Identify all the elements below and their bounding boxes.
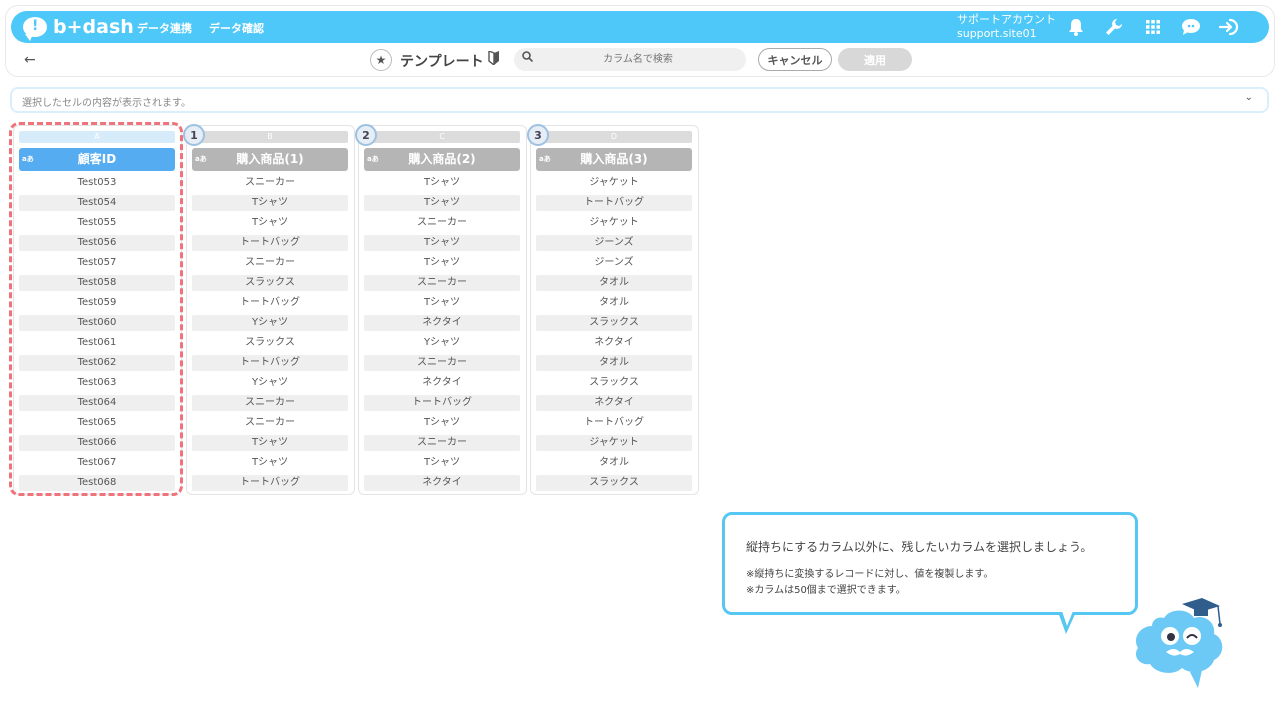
table-cell[interactable]: スニーカー — [364, 435, 520, 451]
table-cell[interactable]: Tシャツ — [364, 235, 520, 251]
tooltip-note-1: ※縦持ちに変換するレコードに対し、値を複製します。 — [746, 569, 994, 580]
table-cell[interactable]: Tシャツ — [364, 455, 520, 471]
selection-order-badge: 3 — [527, 124, 549, 146]
table-cell[interactable]: Yシャツ — [364, 335, 520, 351]
table-cell[interactable]: Tシャツ — [192, 435, 348, 451]
bell-icon[interactable] — [1065, 16, 1087, 38]
table-cell[interactable]: ジャケット — [536, 215, 692, 231]
table-cell[interactable]: ネクタイ — [536, 335, 692, 351]
table-cell[interactable]: ジャケット — [536, 175, 692, 191]
text-type-icon: aあ — [195, 155, 207, 163]
table-cell[interactable]: スラックス — [536, 375, 692, 391]
table-cell[interactable]: トートバッグ — [192, 295, 348, 311]
text-type-icon: aあ — [367, 155, 379, 163]
table-cell[interactable]: Tシャツ — [364, 195, 520, 211]
table-cell[interactable]: トートバッグ — [536, 195, 692, 211]
account-name: サポートアカウント — [957, 13, 1056, 26]
chevron-down-icon[interactable]: ⌄ — [1245, 92, 1253, 103]
column-header-label: 購入商品(2) — [408, 152, 476, 166]
beginner-mark-icon[interactable] — [488, 49, 500, 69]
mascot-icon — [1135, 598, 1223, 688]
table-cell[interactable]: スニーカー — [192, 175, 348, 191]
table-cell[interactable]: ジーンズ — [536, 255, 692, 271]
search-icon — [522, 51, 534, 65]
table-cell[interactable]: スラックス — [192, 275, 348, 291]
table-cell[interactable]: トートバッグ — [192, 475, 348, 491]
table-cell[interactable]: タオル — [536, 455, 692, 471]
logo-text: b+dash — [53, 16, 134, 38]
search-input[interactable] — [538, 48, 738, 71]
column-c[interactable]: Caあ 購入商品(2) 2 Tシャツ Tシャツ スニーカー Tシャツ Tシャツ スニーカー Tシャ… — [355, 124, 527, 495]
cancel-button[interactable]: キャンセル — [758, 48, 832, 71]
column-b[interactable]: Baあ 購入商品(1) 1 スニーカー Tシャツ Tシャツ トートバッグ スニーカー スラックス… — [183, 124, 355, 495]
column-header-label: 購入商品(3) — [580, 152, 648, 166]
column-letter: B — [192, 131, 348, 143]
table-cell[interactable]: ジャケット — [536, 435, 692, 451]
tooltip-note-2: ※カラムは50個まで選択できます。 — [746, 585, 906, 596]
selection-order-badge: 2 — [355, 124, 377, 146]
column-d[interactable]: Daあ 購入商品(3) 3 ジャケット トートバッグ ジャケット ジーンズ ジーンズ タオル タオ… — [527, 124, 699, 495]
page-title: テンプレート — [400, 54, 484, 70]
table-cell[interactable]: Tシャツ — [192, 215, 348, 231]
table-cell[interactable]: Tシャツ — [364, 295, 520, 311]
table-cell[interactable]: スニーカー — [192, 255, 348, 271]
account-info[interactable]: サポートアカウント support.site01 — [957, 13, 1056, 41]
table-cell[interactable]: スニーカー — [192, 395, 348, 411]
wrench-icon[interactable] — [1103, 16, 1125, 38]
table-cell[interactable]: Yシャツ — [192, 315, 348, 331]
guide-tooltip: 縦持ちにするカラム以外に、残したいカラムを選択しましょう。 ※縦持ちに変換するレ… — [722, 512, 1138, 615]
table-cell[interactable]: ジーンズ — [536, 235, 692, 251]
text-type-icon: aあ — [539, 155, 551, 163]
table-cell[interactable]: ネクタイ — [364, 475, 520, 491]
column-letter: C — [364, 131, 520, 143]
selected-column-highlight — [9, 122, 183, 496]
logo-bubble-icon: ! — [23, 17, 47, 41]
table-cell[interactable]: スニーカー — [364, 275, 520, 291]
apply-button[interactable]: 適用 — [838, 48, 912, 71]
table-cell[interactable]: トートバッグ — [192, 235, 348, 251]
table-cell[interactable]: スラックス — [536, 315, 692, 331]
table-cell[interactable]: タオル — [536, 275, 692, 291]
cell-content-bar[interactable]: 選択したセルの内容が表示されます。 ⌄ — [10, 87, 1269, 113]
grid-icon[interactable] — [1142, 16, 1164, 38]
back-arrow-icon[interactable]: ← — [24, 52, 36, 68]
table-cell[interactable]: Tシャツ — [364, 255, 520, 271]
account-id: support.site01 — [957, 27, 1037, 40]
tooltip-main-text: 縦持ちにするカラム以外に、残したいカラムを選択しましょう。 — [746, 540, 1093, 554]
table-cell[interactable]: トートバッグ — [536, 415, 692, 431]
column-header[interactable]: aあ 購入商品(1) — [192, 148, 348, 171]
nav-link-data-check[interactable]: データ確認 — [209, 20, 264, 36]
table-cell[interactable]: スラックス — [192, 335, 348, 351]
selection-order-badge: 1 — [183, 124, 205, 146]
table-cell[interactable]: ネクタイ — [536, 395, 692, 411]
table-cell[interactable]: Tシャツ — [192, 455, 348, 471]
star-icon[interactable]: ★ — [370, 49, 392, 71]
table-cell[interactable]: Tシャツ — [192, 195, 348, 211]
table-cell[interactable]: スニーカー — [364, 215, 520, 231]
table-cell[interactable]: タオル — [536, 295, 692, 311]
table-cell[interactable]: トートバッグ — [192, 355, 348, 371]
cell-content-text: 選択したセルの内容が表示されます。 — [22, 98, 191, 109]
table-cell[interactable]: Tシャツ — [364, 415, 520, 431]
table-cell[interactable]: スラックス — [536, 475, 692, 491]
table-cell[interactable]: ネクタイ — [364, 315, 520, 331]
table-cell[interactable]: Tシャツ — [364, 175, 520, 191]
navbar: ! b+dash データ連携 データ確認 サポートアカウント support.s… — [11, 11, 1269, 43]
chat-icon[interactable] — [1180, 16, 1202, 38]
column-header-label: 購入商品(1) — [236, 152, 304, 166]
table-cell[interactable]: ネクタイ — [364, 375, 520, 391]
table-cell[interactable]: スニーカー — [192, 415, 348, 431]
nav-link-data-integration[interactable]: データ連携 — [137, 20, 192, 36]
table-cell[interactable]: スニーカー — [364, 355, 520, 371]
tooltip-tail-inner — [1062, 611, 1073, 626]
column-letter: D — [536, 131, 692, 143]
logout-icon[interactable] — [1218, 16, 1240, 38]
column-header[interactable]: aあ 購入商品(3) — [536, 148, 692, 171]
table-cell[interactable]: タオル — [536, 355, 692, 371]
column-header[interactable]: aあ 購入商品(2) — [364, 148, 520, 171]
column-search[interactable] — [514, 48, 746, 71]
logo[interactable]: ! b+dash — [23, 15, 134, 41]
table-cell[interactable]: トートバッグ — [364, 395, 520, 411]
table-cell[interactable]: Yシャツ — [192, 375, 348, 391]
